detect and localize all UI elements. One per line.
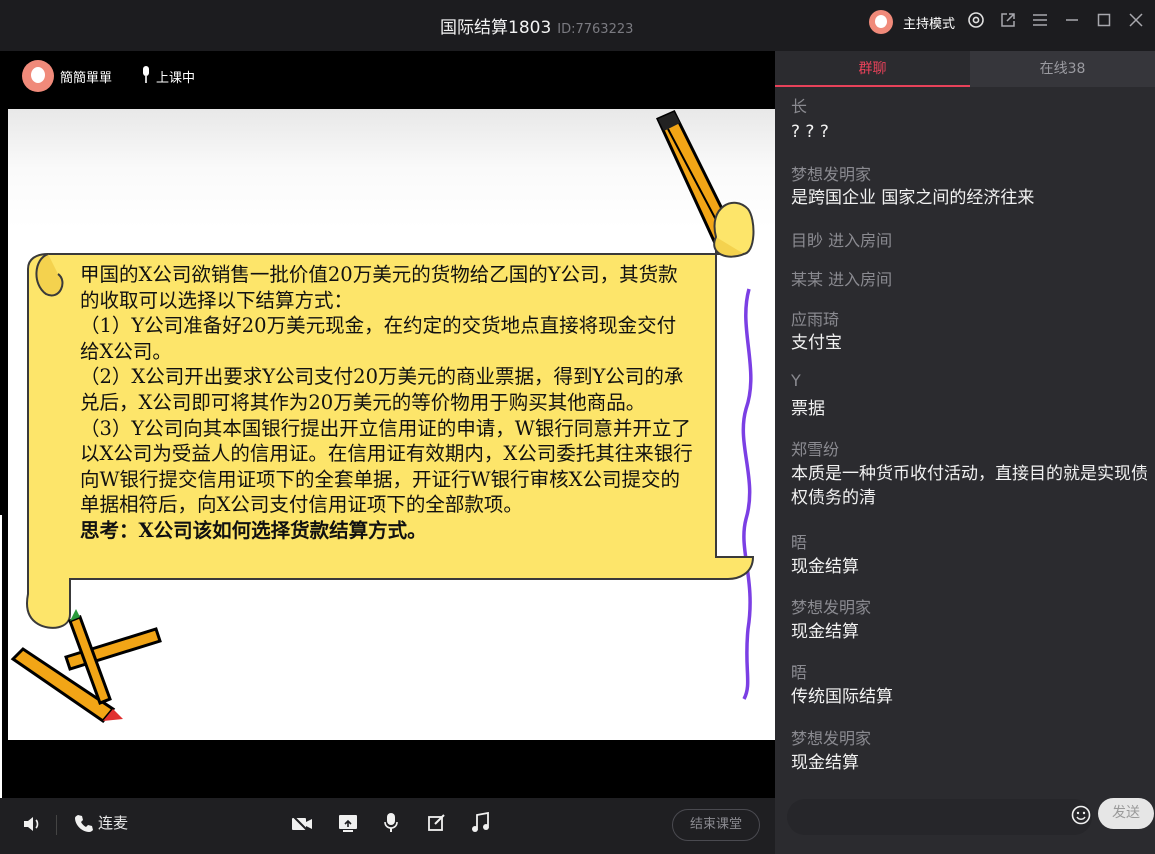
message-sender: 梦想发明家 [791,729,872,748]
message-text: 现金结算 [791,622,859,642]
crayons-icon [10,609,162,724]
chat-input[interactable] [787,799,1092,835]
slide-line: 兑后，X公司即可将其作为20万美元的等价物用于购买其他商品。 [80,390,646,414]
title-bar: 国际结算1803 ID:7763223 主持模式 [0,0,1155,51]
message-text: ? ? ? [791,122,829,142]
message-sender: 晤 [791,533,808,552]
send-button[interactable]: 发送 [1098,798,1154,829]
slide-line: （2）X公司开出要求Y公司支付20万美元的商业票据，得到Y公司的承 [80,365,684,389]
class-status: 上课中 [156,71,196,86]
host-avatar[interactable] [868,10,893,34]
title-controls: 主持模式 [868,10,1147,34]
course-title: 国际结算1803 [440,18,552,38]
lianmai-button[interactable]: 连麦 [98,812,128,833]
maximize-icon[interactable] [1093,11,1115,33]
slide-question: 思考：X公司该如何选择货款结算方式。 [80,518,427,542]
system-message: 目眇 进入房间 [791,231,893,250]
phone-icon[interactable] [74,813,94,833]
microphone-icon[interactable] [383,812,399,834]
window-title: 国际结算1803 ID:7763223 [440,13,633,38]
message-text: 支付宝 [791,333,842,353]
message-sender: 郑雪纷 [791,440,840,459]
bottom-toolbar: 连麦 结束课堂 [0,798,775,854]
message-text: 现金结算 [791,557,859,577]
microphone-icon [143,66,149,83]
message-text: 本质是一种货币收付活动，直接目的就是实现债权债务的清 [791,464,1148,508]
settings-icon[interactable] [965,11,987,33]
message-sender: Y [791,371,801,390]
music-icon[interactable] [470,812,490,834]
message-text: 现金结算 [791,753,859,773]
message-sender: 梦想发明家 [791,165,872,184]
slide-canvas: 甲国的X公司欲销售一批价值20万美元的货物给乙国的Y公司，其货款 的收取可以选择… [8,109,775,740]
message-sender: 应雨琦 [791,310,840,329]
message-sender: 晤 [791,663,808,682]
slide-line: 向W银行提交信用证项下的全套单据，开证行W银行审核X公司提交的 [80,467,680,491]
teacher-bar: 簡簡單單 上课中 [8,51,775,109]
slide-line: 以X公司为受益人的信用证。在信用证有效期内，X公司委托其往来银行 [80,442,693,466]
screen-share-icon[interactable] [338,813,358,833]
slide-line: 甲国的X公司欲销售一批价值20万美元的货物给乙国的Y公司，其货款 [80,263,678,286]
message-text: 票据 [791,399,825,419]
chat-tabs: 群聊 在线38 [775,51,1155,87]
end-class-button[interactable]: 结束课堂 [672,809,760,841]
speaker-icon[interactable] [22,814,42,834]
message-text: 是跨国企业 国家之间的经济往来 [791,188,1035,208]
system-message: 某某 进入房间 [791,270,893,289]
camera-off-icon[interactable] [291,814,313,834]
minimize-icon[interactable] [1061,11,1083,33]
edit-icon[interactable] [427,813,447,833]
slide-line: （1）Y公司准备好20万美元现金，在约定的交货地点直接将现金交付 [80,314,677,338]
stage-bottom-area [8,740,775,798]
chat-panel: 群聊 在线38 长 ? ? ? 梦想发明家 是跨国企业 国家之间的经济往来 目眇… [775,51,1155,854]
tab-online[interactable]: 在线38 [970,51,1155,87]
teacher-name: 簡簡單單 [60,71,113,86]
teacher-avatar [22,60,54,92]
host-mode-label[interactable]: 主持模式 [903,13,955,32]
close-icon[interactable] [1125,11,1147,33]
chat-input-area: 发送 [775,795,1155,854]
message-sender: 梦想发明家 [791,598,872,617]
emoji-icon[interactable] [1071,805,1091,825]
tab-group-chat[interactable]: 群聊 [775,51,970,87]
slide-text-block: 甲国的X公司欲销售一批价值20万美元的货物给乙国的Y公司，其货款 的收取可以选择… [80,262,756,544]
slide-line: 单据相符后，向X公司支付信用证项下的全部款项。 [80,493,523,517]
popout-icon[interactable] [997,11,1019,33]
menu-icon[interactable] [1029,11,1051,33]
toolbar-divider [56,815,57,835]
message-text: 传统国际结算 [791,687,893,707]
slide-line: 的收取可以选择以下结算方式： [80,288,354,312]
slide-line: （3）Y公司向其本国银行提出开立信用证的申请，W银行同意并开立了 [80,416,691,440]
message-sender: 长 [791,97,808,116]
room-id: ID:7763223 [557,22,634,37]
slide-line: 给X公司。 [80,339,172,363]
